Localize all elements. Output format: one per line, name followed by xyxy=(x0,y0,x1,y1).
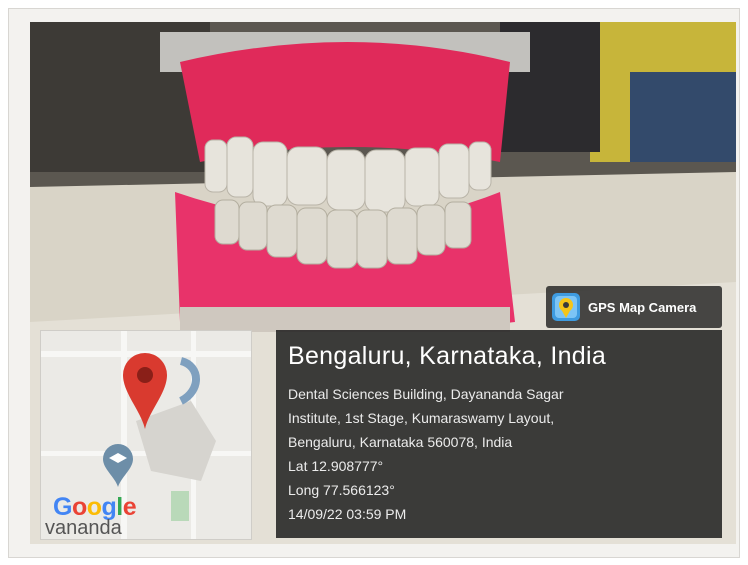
map-pin-camera-icon xyxy=(552,293,580,321)
location-info-panel: Bengaluru, Karnataka, India Dental Scien… xyxy=(276,330,722,538)
location-title: Bengaluru, Karnataka, India xyxy=(288,342,607,370)
address-line-3: Bengaluru, Karnataka 560078, India xyxy=(288,434,513,450)
map-place-label: vananda xyxy=(45,517,122,539)
longitude: Long 77.566123° xyxy=(288,482,395,498)
latitude: Lat 12.908777° xyxy=(288,458,384,474)
gps-map-camera-badge: GPS Map Camera xyxy=(546,286,722,328)
date-time: 14/09/22 03:59 PM xyxy=(288,506,407,522)
address-line-1: Dental Sciences Building, Dayananda Saga… xyxy=(288,386,564,402)
map-pin-icon xyxy=(123,353,167,429)
address-line-2: Institute, 1st Stage, Kumaraswamy Layout… xyxy=(288,410,555,426)
education-place-icon xyxy=(103,444,133,487)
badge-label: GPS Map Camera xyxy=(588,299,697,315)
location-map-thumbnail: Google vananda xyxy=(40,330,252,540)
google-letter: e xyxy=(122,493,137,521)
